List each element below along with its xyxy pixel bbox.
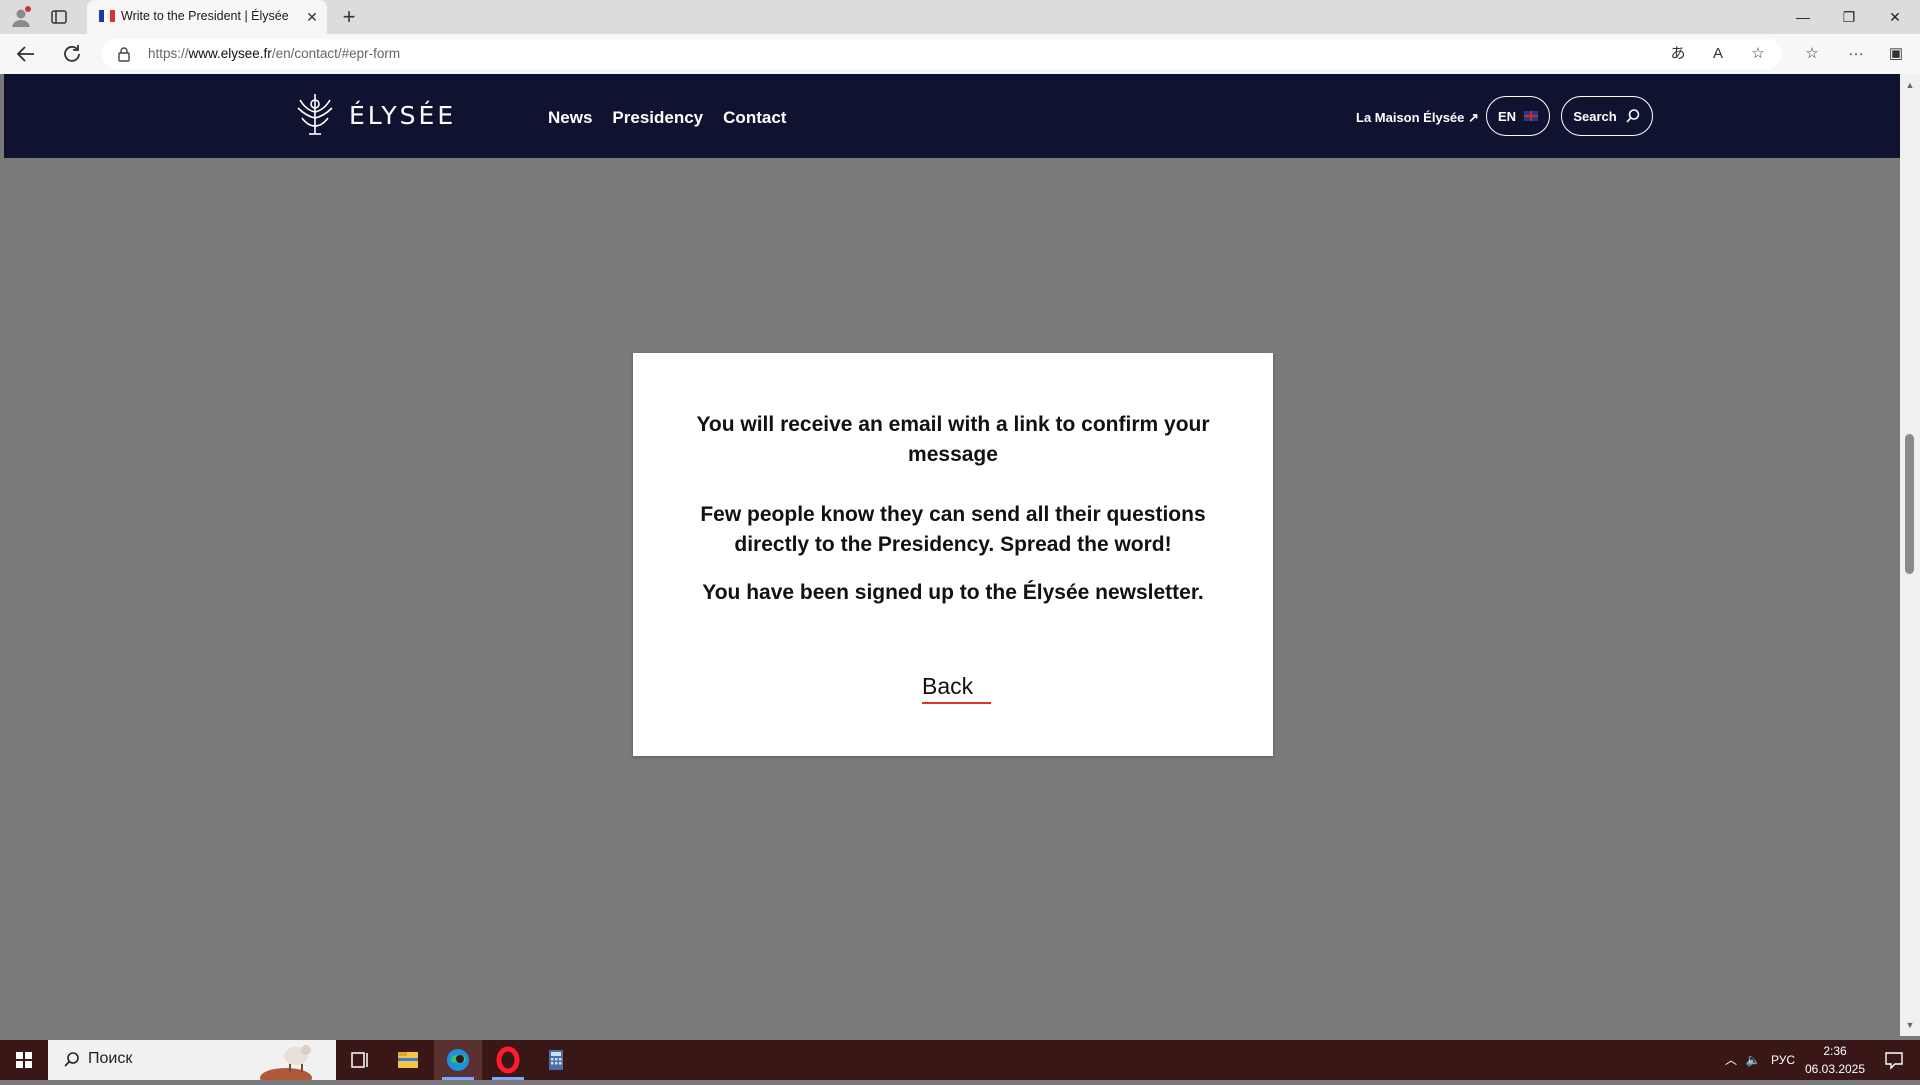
- search-button[interactable]: Search: [1561, 96, 1653, 136]
- refresh-icon[interactable]: [60, 42, 84, 66]
- tab-title: Write to the President | Élysée: [121, 9, 289, 23]
- tab-close-icon[interactable]: ✕: [303, 8, 321, 26]
- site-header: ÉLYSÉE News Presidency Contact La Maison…: [4, 74, 1900, 158]
- address-bar[interactable]: https://www.elysee.fr/en/contact/#epr-fo…: [102, 39, 1782, 69]
- browser-titlebar: Write to the President | Élysée ✕ + — ❐ …: [0, 0, 1920, 34]
- new-tab-icon[interactable]: +: [338, 6, 360, 28]
- taskbar-search-placeholder: Поиск: [88, 1050, 133, 1067]
- search-icon: [1626, 109, 1639, 123]
- url-text[interactable]: https://www.elysee.fr/en/contact/#epr-fo…: [148, 46, 400, 61]
- search-highlight-illustration-icon: [260, 1045, 312, 1080]
- clock-time: 2:36: [1823, 1044, 1847, 1058]
- system-clock[interactable]: 2:36 06.03.2025: [1798, 1042, 1872, 1078]
- site-logo-text[interactable]: ÉLYSÉE: [349, 101, 456, 130]
- close-window-icon[interactable]: ✕: [1872, 0, 1918, 34]
- tray-chevron-icon[interactable]: ︿: [1720, 1040, 1742, 1080]
- input-language[interactable]: РУС: [1766, 1040, 1800, 1080]
- clock-date: 06.03.2025: [1804, 1062, 1866, 1076]
- file-explorer-icon[interactable]: [384, 1040, 432, 1080]
- scrollbar-thumb[interactable]: [1905, 434, 1914, 574]
- back-arrow-icon[interactable]: [14, 42, 38, 66]
- newsletter-message: You have been signed up to the Élysée ne…: [702, 581, 1204, 604]
- share-message: Few people know they can send all their …: [700, 503, 1206, 556]
- nav-contact[interactable]: Contact: [723, 108, 786, 128]
- windows-start-icon[interactable]: [0, 1040, 48, 1080]
- sidebar-icon[interactable]: ▣: [1884, 42, 1908, 66]
- main-nav: News Presidency Contact: [548, 108, 786, 128]
- favorites-icon[interactable]: ☆: [1800, 42, 1824, 66]
- nav-news[interactable]: News: [548, 108, 592, 128]
- browser-tab-active[interactable]: Write to the President | Élysée ✕: [87, 0, 327, 34]
- edge-taskbar-button[interactable]: [434, 1040, 482, 1080]
- calculator-icon[interactable]: [532, 1040, 580, 1080]
- edge-icon: [447, 1049, 469, 1071]
- search-label: Search: [1573, 108, 1617, 124]
- nav-presidency[interactable]: Presidency: [612, 108, 703, 128]
- language-label: EN: [1497, 108, 1517, 124]
- notifications-icon[interactable]: [1876, 1040, 1912, 1080]
- elysee-emblem-icon[interactable]: [292, 90, 338, 138]
- browser-toolbar: https://www.elysee.fr/en/contact/#epr-fo…: [0, 34, 1920, 74]
- translate-icon[interactable]: あ: [1666, 42, 1690, 66]
- page-viewport: ÉLYSÉE News Presidency Contact La Maison…: [4, 74, 1900, 1036]
- more-menu-icon[interactable]: ···: [1844, 42, 1868, 66]
- france-flag-icon: [99, 10, 115, 22]
- volume-icon[interactable]: 🔈: [1742, 1040, 1764, 1080]
- opera-taskbar-button[interactable]: [484, 1040, 532, 1080]
- page-scrollbar[interactable]: ▲ ▼: [1900, 74, 1920, 1036]
- language-selector[interactable]: EN: [1486, 96, 1550, 136]
- lock-icon[interactable]: [116, 46, 132, 62]
- read-aloud-icon[interactable]: A: [1706, 42, 1730, 66]
- windows-taskbar: Поиск ︿ 🔈 РУС 2:36 06.03.2025: [0, 1040, 1920, 1080]
- opera-icon: [496, 1046, 520, 1074]
- favorite-star-icon[interactable]: ☆: [1746, 42, 1770, 66]
- task-view-icon[interactable]: [336, 1040, 384, 1080]
- confirmation-dialog: You will receive an email with a link to…: [633, 353, 1273, 756]
- confirmation-message: You will receive an email with a link to…: [696, 413, 1210, 466]
- tab-actions-icon[interactable]: [50, 8, 68, 26]
- back-button[interactable]: Back: [922, 673, 992, 704]
- minimize-icon[interactable]: —: [1780, 0, 1826, 34]
- profile-icon[interactable]: [10, 6, 32, 28]
- scroll-down-icon[interactable]: ▼: [1905, 1020, 1915, 1030]
- taskbar-search[interactable]: Поиск: [48, 1040, 336, 1080]
- taskbar-search-icon: [64, 1052, 79, 1067]
- restore-icon[interactable]: ❐: [1826, 0, 1872, 34]
- maison-elysee-link[interactable]: La Maison Élysée ↗: [1356, 110, 1479, 126]
- scroll-up-icon[interactable]: ▲: [1905, 80, 1915, 90]
- uk-flag-icon: [1524, 111, 1539, 121]
